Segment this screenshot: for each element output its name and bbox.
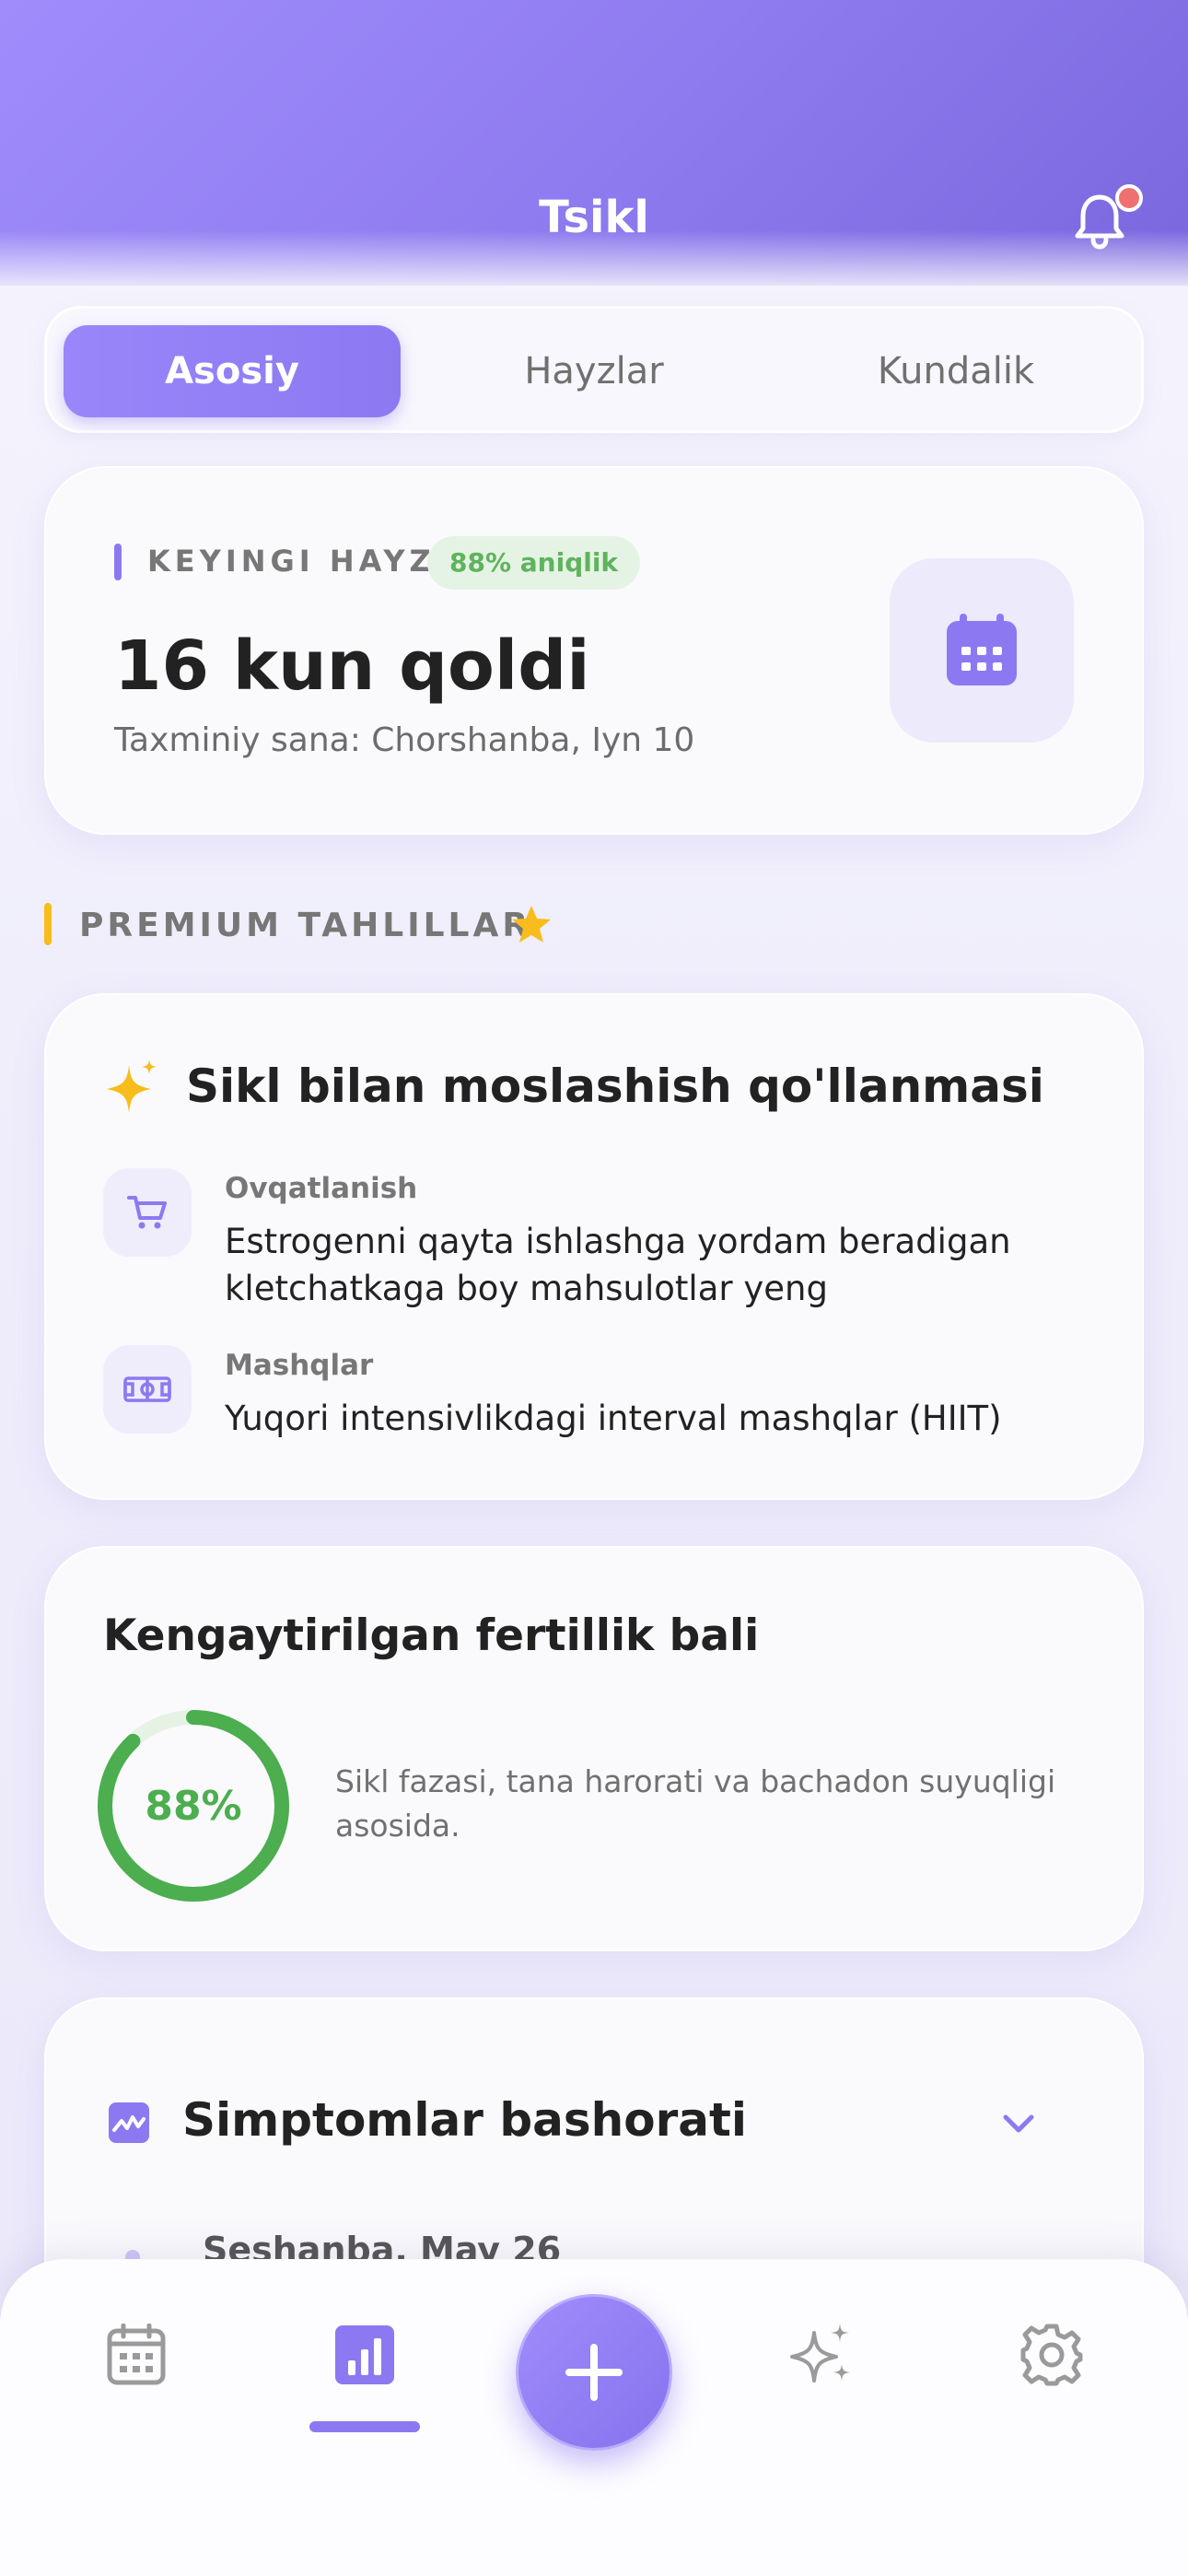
guide-row-category: Ovqatlanish [225,1172,418,1205]
fertility-score: 88% [145,1782,242,1830]
guide-row-text: Yuqori intensivlikdagi interval mashqlar… [225,1399,1002,1438]
notification-dot [1115,184,1143,212]
calendar-icon [947,614,1017,685]
nav-active-indicator [309,2421,420,2432]
tab-hayzlar[interactable]: Hayzlar [425,325,763,417]
guide-row-category: Mashqlar [225,1349,374,1382]
add-button[interactable] [516,2294,672,2451]
nav-sparkles-icon[interactable] [786,2318,860,2392]
chart-wave-icon [107,2101,151,2145]
star-icon [510,903,553,945]
accent-bar [114,544,122,580]
next-period-label: KEYINGI HAYZ [147,544,436,579]
nav-bar-chart-icon[interactable] [328,2318,402,2392]
guide-row-text: Estrogenni qayta ishlashga yordam beradi… [225,1222,1011,1308]
sparkles-icon [105,1058,160,1117]
days-left: 16 kun qoldi [114,626,590,706]
accuracy-badge: 88% aniqlik [427,536,641,590]
fertility-description: Sikl fazasi, tana harorati va bachadon s… [335,1763,1056,1844]
plus-icon [565,2344,623,2401]
estimated-date: Taxminiy sana: Chorshanba, Iyn 10 [114,721,695,759]
symptoms-title: Simptomlar bashorati [182,2093,748,2147]
chevron-down-icon[interactable] [1000,2110,1037,2137]
guide-title: Sikl bilan moslashish qo'llanmasi [186,1060,1044,1113]
cart-icon [103,1168,192,1257]
calendar-tile[interactable] [890,558,1074,743]
tab-asosiy[interactable]: Asosiy [64,325,401,417]
tab-kundalik[interactable]: Kundalik [787,325,1124,417]
nav-gear-icon[interactable] [1015,2318,1089,2392]
fertility-title: Kengaytirilgan fertillik bali [103,1610,760,1661]
premium-accent-bar [44,903,52,945]
dumbbell-icon [103,1345,192,1434]
premium-label: PREMIUM TAHLILLAR [79,907,532,944]
segmented-tabs: Asosiy Hayzlar Kundalik [44,306,1144,433]
app-title: Tsikl [539,192,649,243]
nav-calendar-icon[interactable] [99,2318,173,2392]
